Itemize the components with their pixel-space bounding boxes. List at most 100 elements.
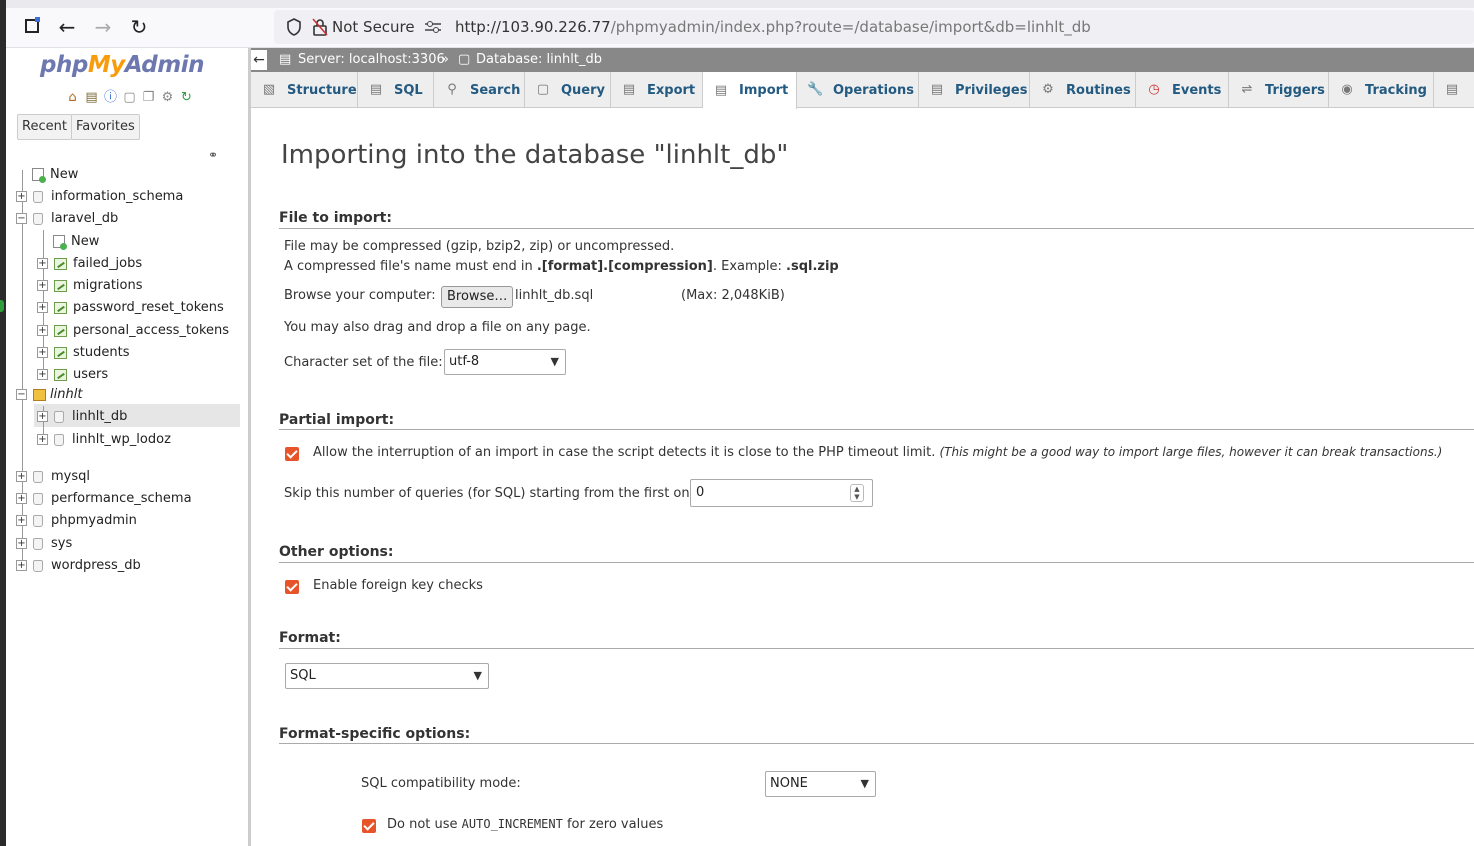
expand-icon[interactable]: + xyxy=(16,471,27,482)
expand-icon[interactable]: + xyxy=(16,493,27,504)
tab-query[interactable]: ▢ Query xyxy=(525,72,611,108)
back-arrow-icon[interactable]: ← xyxy=(54,14,80,40)
favorites-button[interactable]: Favorites xyxy=(71,114,140,140)
tree-item-performance-schema[interactable]: + performance_schema xyxy=(16,489,192,509)
tree-item-mysql[interactable]: + mysql xyxy=(16,467,90,487)
skip-queries-input[interactable]: 0 ▲ ▼ xyxy=(690,479,873,507)
help-icon[interactable]: ⓘ xyxy=(102,90,119,106)
docs-icon[interactable]: ▢ xyxy=(121,90,138,106)
foreign-key-label[interactable]: Enable foreign key checks xyxy=(313,578,483,593)
expand-icon[interactable]: + xyxy=(16,560,27,571)
tab-search[interactable]: ⚲ Search xyxy=(434,72,525,108)
permissions-icon[interactable] xyxy=(424,20,442,34)
tree-item-migrations[interactable]: + migrations xyxy=(37,276,143,296)
expand-icon[interactable]: + xyxy=(16,515,27,526)
insecure-lock-icon[interactable] xyxy=(312,18,328,36)
tree-item-users[interactable]: + users xyxy=(37,365,108,385)
tree-item-laravel-new[interactable]: New xyxy=(43,232,99,252)
recent-button[interactable]: Recent xyxy=(17,114,72,140)
tree-item-personal-access-tokens[interactable]: + personal_access_tokens xyxy=(37,321,229,341)
url-text[interactable]: http://103.90.226.77/phpmyadmin/index.ph… xyxy=(455,18,1091,36)
tree-item-linhlt-group[interactable]: − linhlt xyxy=(16,385,82,405)
tree-label: New xyxy=(71,234,100,249)
logo-admin: Admin xyxy=(124,52,205,78)
address-bar[interactable]: Not Secure http://103.90.226.77/phpmyadm… xyxy=(274,10,1474,44)
breadcrumb-database[interactable]: Database: linhlt_db xyxy=(476,52,602,67)
tab-events[interactable]: ◷ Events xyxy=(1136,72,1229,108)
collapse-sidebar-arrow-icon[interactable]: ← xyxy=(251,50,267,70)
sidebar-resizer[interactable] xyxy=(248,48,251,846)
expand-icon[interactable]: + xyxy=(37,369,48,380)
tree-item-linhlt-db[interactable]: + linhlt_db xyxy=(37,407,127,427)
tab-structure[interactable]: ▧ Structure xyxy=(251,72,358,108)
text-bold: .[format].[compression] xyxy=(536,259,713,274)
tree-item-sys[interactable]: + sys xyxy=(16,534,72,554)
database-icon xyxy=(54,410,64,423)
phpmyadmin-logo[interactable]: phpMyAdmin xyxy=(40,52,204,78)
tab-triggers[interactable]: ⇌ Triggers xyxy=(1229,72,1329,108)
table-icon xyxy=(54,324,67,337)
expand-icon[interactable]: + xyxy=(37,434,48,445)
tab-overview-icon[interactable] xyxy=(20,14,46,40)
tree-item-new[interactable]: New xyxy=(22,165,78,185)
home-icon[interactable]: ⌂ xyxy=(64,90,81,106)
tab-routines[interactable]: ⚙ Routines xyxy=(1030,72,1136,108)
link-with-main-icon[interactable]: ⚭ xyxy=(208,148,218,162)
gear-icon[interactable]: ⚙ xyxy=(159,90,176,106)
charset-select[interactable]: utf-8 ▼ xyxy=(444,349,566,375)
browse-button[interactable]: Browse… xyxy=(441,286,514,308)
forward-arrow-icon[interactable]: → xyxy=(90,14,116,40)
expand-icon[interactable]: + xyxy=(37,280,48,291)
expand-icon[interactable]: + xyxy=(37,302,48,313)
charset-label: Character set of the file: xyxy=(284,355,443,370)
tree-item-linhlt-wp-lodoz[interactable]: + linhlt_wp_lodoz xyxy=(37,430,171,450)
expand-icon[interactable]: + xyxy=(37,347,48,358)
allow-interrupt-label[interactable]: Allow the interruption of an import in c… xyxy=(313,445,1442,460)
tab-privileges[interactable]: ▤ Privileges xyxy=(919,72,1030,108)
text-part: A compressed file's name must end in xyxy=(284,259,537,274)
tab-tracking[interactable]: ◉ Tracking xyxy=(1329,72,1434,108)
expand-icon[interactable]: + xyxy=(16,538,27,549)
refresh-icon[interactable]: ↻ xyxy=(178,90,195,106)
tree-item-laravel-db[interactable]: − laravel_db xyxy=(16,209,118,229)
chevron-down-icon: ▼ xyxy=(860,777,869,790)
not-secure-label[interactable]: Not Secure xyxy=(332,18,415,36)
tab-operations[interactable]: 🔧 Operations xyxy=(797,72,919,108)
format-select[interactable]: SQL ▼ xyxy=(285,663,489,689)
breadcrumb-server[interactable]: Server: localhost:3306 xyxy=(298,52,445,67)
reload-icon[interactable]: ↻ xyxy=(126,14,152,40)
selected-file-name: linhlt_db.sql xyxy=(515,288,594,303)
tree-item-phpmyadmin[interactable]: + phpmyadmin xyxy=(16,511,137,531)
tree-item-wordpress-db[interactable]: + wordpress_db xyxy=(16,556,141,576)
collapse-icon[interactable]: − xyxy=(16,389,27,400)
tree-label: mysql xyxy=(51,469,90,484)
tab-sql[interactable]: ▤ SQL xyxy=(358,72,434,108)
database-icon xyxy=(33,212,43,225)
stepper-icon[interactable]: ▲ ▼ xyxy=(850,484,864,502)
expand-icon[interactable]: + xyxy=(16,191,27,202)
tree-item-students[interactable]: + students xyxy=(37,343,129,363)
tab-export[interactable]: ▤ Export xyxy=(611,72,703,108)
expand-icon[interactable]: + xyxy=(37,411,48,422)
copy-icon[interactable]: ❐ xyxy=(140,90,157,106)
no-auto-increment-checkbox[interactable] xyxy=(362,819,376,833)
foreign-key-checkbox[interactable] xyxy=(285,580,299,594)
expand-icon[interactable]: + xyxy=(37,258,48,269)
format-specific-heading: Format-specific options: xyxy=(279,726,471,742)
tab-label: Privileges xyxy=(955,82,1028,98)
file-to-import-heading: File to import: xyxy=(279,210,392,226)
tree-item-information-schema[interactable]: + information_schema xyxy=(16,187,183,207)
expand-icon[interactable]: + xyxy=(37,325,48,336)
text-code: AUTO_INCREMENT xyxy=(461,817,563,831)
allow-interrupt-checkbox[interactable] xyxy=(285,447,299,461)
tab-import[interactable]: ▤ Import xyxy=(703,72,797,109)
sql-compat-select[interactable]: NONE ▼ xyxy=(765,771,876,797)
tree-label: linhlt_wp_lodoz xyxy=(72,432,171,447)
tree-item-failed-jobs[interactable]: + failed_jobs xyxy=(37,254,142,274)
shield-icon[interactable] xyxy=(286,18,302,36)
tree-item-password-reset-tokens[interactable]: + password_reset_tokens xyxy=(37,298,224,318)
collapse-icon[interactable]: − xyxy=(16,213,27,224)
no-auto-increment-label[interactable]: Do not use AUTO_INCREMENT for zero value… xyxy=(387,817,663,832)
tab-more[interactable]: ▤ xyxy=(1434,72,1474,108)
logout-icon[interactable]: ▤ xyxy=(83,90,100,106)
